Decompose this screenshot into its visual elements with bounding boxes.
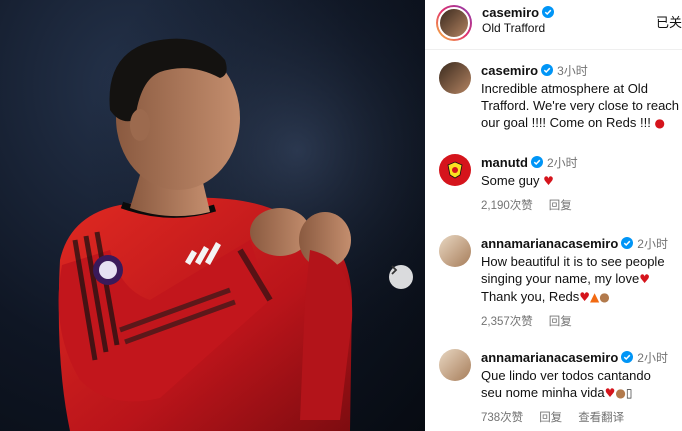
- red-heart-icon: ♥: [543, 174, 554, 188]
- comment-username[interactable]: annamarianacasemiro: [481, 236, 618, 251]
- reply-button[interactable]: 回复: [539, 412, 562, 424]
- next-photo-button[interactable]: [389, 265, 413, 289]
- avatar[interactable]: [439, 154, 471, 186]
- see-translation-button[interactable]: 查看翻译: [578, 412, 624, 424]
- comment-text: How beautiful it is to see people: [481, 254, 665, 269]
- verified-badge-icon: [530, 156, 543, 168]
- red-heart-icon: ♥: [604, 386, 616, 400]
- red-heart-icon: ♥: [639, 272, 651, 286]
- post-header: casemiro Old Trafford 已关: [425, 0, 682, 50]
- reply-button[interactable]: 回复: [549, 316, 572, 328]
- author-avatar[interactable]: [436, 5, 472, 41]
- verified-badge-icon: [541, 64, 554, 76]
- post-photo: [0, 0, 425, 431]
- comment-text: seu nome minha vida: [481, 385, 605, 400]
- comment-time[interactable]: 2小时: [547, 156, 578, 170]
- avatar[interactable]: [439, 235, 471, 267]
- player-illustration: [0, 0, 425, 431]
- comment-text: Que lindo ver todos cantando: [481, 368, 651, 383]
- comment-username[interactable]: casemiro: [481, 63, 538, 78]
- avatar[interactable]: [439, 62, 471, 94]
- club-crest-icon: [447, 161, 463, 179]
- like-count[interactable]: 738次赞: [481, 412, 523, 424]
- caption-line: Incredible atmosphere at Old: [481, 81, 648, 96]
- verified-badge-icon: [621, 237, 634, 249]
- comment-time[interactable]: 2小时: [637, 351, 668, 365]
- comment-text: Thank you, Reds: [481, 289, 580, 304]
- caption-line: our goal !!!! Come on Reds !!!: [481, 115, 651, 130]
- fire-icon: ▲: [590, 290, 600, 304]
- comment-username[interactable]: annamarianacasemiro: [481, 350, 618, 365]
- red-circle-icon: ●: [654, 116, 665, 130]
- reply-button[interactable]: 回复: [549, 200, 572, 212]
- like-count[interactable]: 2,190次赞: [481, 200, 533, 212]
- post-side-panel: casemiro Old Trafford 已关 casemiro 3小时 Inc…: [425, 0, 682, 431]
- following-button[interactable]: 已关: [656, 12, 682, 31]
- verified-badge-icon: [542, 6, 555, 18]
- unknown-glyph-icon: ▯: [625, 386, 633, 400]
- post-location[interactable]: Old Trafford: [482, 21, 554, 35]
- flexed-biceps-icon: ●: [615, 386, 626, 400]
- caption-line: Trafford. We're very close to reach: [481, 98, 680, 113]
- like-count[interactable]: 2,357次赞: [481, 316, 533, 328]
- author-info: casemiro Old Trafford: [482, 5, 555, 35]
- avatar[interactable]: [439, 349, 471, 381]
- author-username[interactable]: casemiro: [482, 5, 539, 20]
- comment-time[interactable]: 2小时: [637, 237, 668, 251]
- chevron-right-icon: [391, 265, 398, 275]
- comment-text: Some guy: [481, 173, 540, 188]
- comment-text: singing your name, my love: [481, 271, 640, 286]
- flexed-biceps-icon: ●: [599, 290, 610, 304]
- verified-badge-icon: [621, 351, 634, 363]
- comment-time[interactable]: 3小时: [557, 64, 588, 78]
- red-heart-icon: ♥: [579, 290, 591, 304]
- comment-username[interactable]: manutd: [481, 155, 528, 170]
